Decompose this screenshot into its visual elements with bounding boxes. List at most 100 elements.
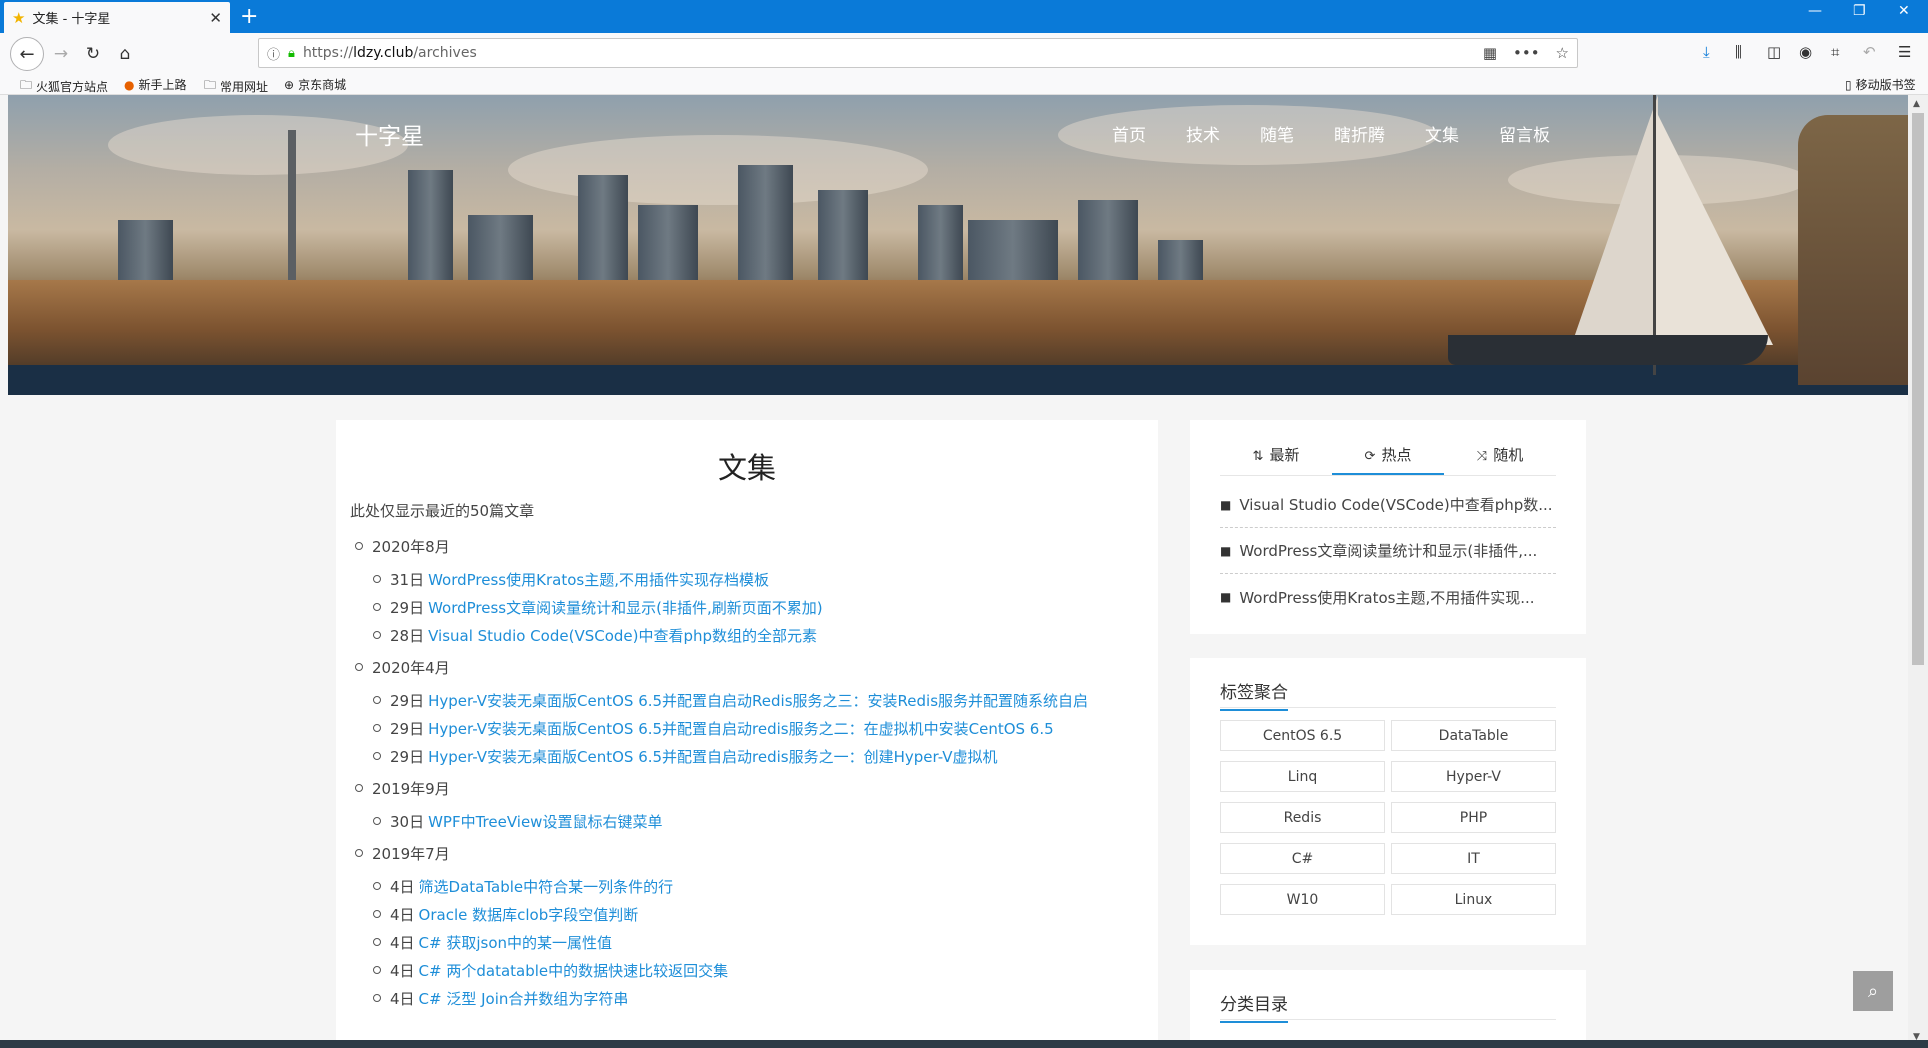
tag-item[interactable]: Hyper-V bbox=[1391, 761, 1556, 792]
hot-post-item[interactable]: ■ WordPress使用Kratos主题,不用插件实现... bbox=[1220, 574, 1556, 620]
folder-icon: 🗀 bbox=[20, 78, 33, 92]
qr-code-icon[interactable]: ▦ bbox=[1483, 44, 1497, 62]
tag-item[interactable]: IT bbox=[1391, 843, 1556, 874]
site-brand[interactable]: 十字星 bbox=[355, 117, 424, 151]
browser-tab[interactable]: ★ 文集 - 十字星 ✕ bbox=[4, 2, 230, 33]
page-scrollbar[interactable]: ▲ ▼ bbox=[1908, 95, 1928, 1048]
post-link[interactable]: C# 获取json中的某一属性值 bbox=[419, 932, 612, 953]
browser-titlebar: ★ 文集 - 十字星 ✕ + — ❐ ✕ bbox=[0, 0, 1928, 33]
post-day: 4日 bbox=[390, 933, 415, 952]
post-link[interactable]: WPF中TreeView设置鼠标右键菜单 bbox=[428, 811, 662, 832]
tag-item[interactable]: Redis bbox=[1220, 802, 1385, 833]
post-link[interactable]: 筛选DataTable中符合某一列条件的行 bbox=[419, 876, 674, 897]
tab-hot[interactable]: ⟳ 热点 bbox=[1332, 438, 1444, 475]
archive-post-list: 29日 Hyper-V安装无桌面版CentOS 6.5并配置自启动Redis服务之… bbox=[350, 686, 1150, 770]
window-close-icon[interactable]: ✕ bbox=[1898, 3, 1910, 19]
minimize-icon[interactable]: — bbox=[1808, 3, 1822, 19]
post-link[interactable]: Hyper-V安装无桌面版CentOS 6.5并配置自启动Redis服务之三：安… bbox=[428, 690, 1088, 711]
post-link[interactable]: Hyper-V安装无桌面版CentOS 6.5并配置自启动redis服务之一：创… bbox=[428, 746, 997, 767]
hot-post-item[interactable]: ■ Visual Studio Code(VSCode)中查看php数... bbox=[1220, 482, 1556, 528]
undo-icon[interactable]: ↶ bbox=[1863, 43, 1876, 61]
library-icon[interactable]: ⫼ bbox=[1735, 43, 1742, 61]
archive-post: 29日 Hyper-V安装无桌面版CentOS 6.5并配置自启动Redis服务之… bbox=[368, 686, 1150, 714]
restore-icon[interactable]: ❐ bbox=[1853, 3, 1866, 19]
bookmark-star-icon[interactable]: ☆ bbox=[1556, 44, 1569, 62]
tag-item[interactable]: PHP bbox=[1391, 802, 1556, 833]
post-link[interactable]: WordPress使用Kratos主题,不用插件实现存档模板 bbox=[428, 569, 769, 590]
menu-icon[interactable]: ☰ bbox=[1898, 43, 1911, 61]
new-tab-button[interactable]: + bbox=[240, 4, 258, 30]
post-day: 29日 bbox=[390, 598, 425, 617]
tag-cloud: CentOS 6.5 DataTable Linq Hyper-V Redis … bbox=[1220, 720, 1556, 915]
posts-tabs: ⇅ 最新 ⟳ 热点 ⤨ 随机 bbox=[1220, 438, 1556, 476]
sidebar-icon[interactable]: ◫ bbox=[1767, 43, 1781, 61]
archive-post: 4日 Oracle 数据库clob字段空值判断 bbox=[368, 900, 1150, 928]
nav-item-archives[interactable]: 文集 bbox=[1425, 121, 1459, 146]
archive-post: 30日 WPF中TreeView设置鼠标右键菜单 bbox=[368, 807, 1150, 835]
post-day: 28日 bbox=[390, 626, 425, 645]
post-link[interactable]: WordPress文章阅读量统计和显示(非插件,刷新页面不累加) bbox=[428, 597, 823, 618]
shuffle-icon: ⤨ bbox=[1476, 449, 1488, 464]
post-day: 29日 bbox=[390, 691, 425, 710]
tab-random[interactable]: ⤨ 随机 bbox=[1444, 438, 1556, 475]
post-link[interactable]: C# 泛型 Join合并数组为字符串 bbox=[419, 988, 629, 1009]
download-icon[interactable]: ⤓ bbox=[1703, 43, 1710, 61]
search-icon: ⌕ bbox=[1867, 980, 1879, 1002]
widget-title: 分类目录 bbox=[1220, 990, 1556, 1023]
bookmark-item[interactable]: 🗀 火狐官方站点 bbox=[20, 76, 108, 97]
circle-bullet-icon bbox=[373, 603, 381, 611]
post-link[interactable]: Oracle 数据库clob字段空值判断 bbox=[419, 904, 639, 925]
circle-bullet-icon bbox=[355, 784, 363, 792]
bookmark-item[interactable]: ● 新手上路 bbox=[124, 76, 187, 93]
post-day: 4日 bbox=[390, 905, 415, 924]
mobile-bookmarks[interactable]: ▯ 移动版书签 bbox=[1845, 76, 1916, 93]
post-day: 29日 bbox=[390, 747, 425, 766]
tag-item[interactable]: CentOS 6.5 bbox=[1220, 720, 1385, 751]
hot-post-item[interactable]: ■ WordPress文章阅读量统计和显示(非插件,... bbox=[1220, 528, 1556, 574]
archive-post: 4日 C# 泛型 Join合并数组为字符串 bbox=[368, 984, 1150, 1012]
circle-bullet-icon bbox=[373, 696, 381, 704]
scrollbar-thumb[interactable] bbox=[1912, 113, 1924, 665]
lock-icon[interactable]: 🔒︎ bbox=[288, 46, 295, 61]
more-actions-icon[interactable]: ••• bbox=[1513, 44, 1540, 62]
bookmark-item[interactable]: 🗀 常用网址 bbox=[204, 76, 268, 97]
archive-month: 2020年4月 bbox=[350, 653, 1150, 681]
tag-item[interactable]: DataTable bbox=[1391, 720, 1556, 751]
post-day: 4日 bbox=[390, 961, 415, 980]
tag-item[interactable]: Linq bbox=[1220, 761, 1385, 792]
circle-bullet-icon bbox=[373, 938, 381, 946]
search-button[interactable]: ⌕ bbox=[1853, 971, 1893, 1011]
tab-close-icon[interactable]: ✕ bbox=[209, 9, 222, 27]
bookmarks-bar: 🗀 火狐官方站点 ● 新手上路 🗀 常用网址 ⊕ 京东商城 ▯ 移动版书签 bbox=[0, 73, 1928, 95]
post-link[interactable]: C# 两个datatable中的数据快速比较返回交集 bbox=[419, 960, 729, 981]
globe-icon: ⊕ bbox=[284, 77, 295, 92]
nav-item-tech[interactable]: 技术 bbox=[1186, 121, 1220, 146]
nav-item-home[interactable]: 首页 bbox=[1112, 121, 1146, 146]
reload-button[interactable]: ↻ bbox=[78, 39, 108, 69]
nav-item-essays[interactable]: 随笔 bbox=[1260, 121, 1294, 146]
tag-item[interactable]: Linux bbox=[1391, 884, 1556, 915]
tag-item[interactable]: W10 bbox=[1220, 884, 1385, 915]
home-button[interactable]: ⌂ bbox=[110, 39, 140, 69]
nav-item-tinker[interactable]: 瞎折腾 bbox=[1334, 121, 1385, 146]
account-icon[interactable]: ◉ bbox=[1799, 43, 1812, 61]
book-icon: ■ bbox=[1220, 543, 1232, 558]
browser-toolbar: ← → ↻ ⌂ ⓘ 🔒︎ https://ldzy.club/archives … bbox=[0, 33, 1928, 73]
post-link[interactable]: Hyper-V安装无桌面版CentOS 6.5并配置自启动redis服务之二：在… bbox=[428, 718, 1054, 739]
nav-item-guestbook[interactable]: 留言板 bbox=[1499, 121, 1550, 146]
back-button[interactable]: ← bbox=[10, 37, 44, 71]
scroll-up-icon[interactable]: ▲ bbox=[1913, 99, 1920, 109]
post-link[interactable]: Visual Studio Code(VSCode)中查看php数组的全部元素 bbox=[428, 625, 817, 646]
forward-button[interactable]: → bbox=[46, 39, 76, 69]
tab-latest[interactable]: ⇅ 最新 bbox=[1220, 438, 1332, 475]
info-icon[interactable]: ⓘ bbox=[267, 44, 280, 63]
address-bar[interactable]: ⓘ 🔒︎ https://ldzy.club/archives ▦ ••• ☆ bbox=[258, 38, 1578, 68]
screenshot-icon[interactable]: ⌗ bbox=[1831, 43, 1839, 61]
circle-bullet-icon bbox=[373, 882, 381, 890]
tag-item[interactable]: C# bbox=[1220, 843, 1385, 874]
url-text[interactable]: https://ldzy.club/archives bbox=[303, 45, 1483, 61]
bookmark-item[interactable]: ⊕ 京东商城 bbox=[284, 76, 346, 93]
star-favicon-icon: ★ bbox=[12, 8, 26, 27]
tab-title: 文集 - 十字星 bbox=[32, 12, 111, 27]
sort-icon: ⇅ bbox=[1252, 449, 1264, 464]
